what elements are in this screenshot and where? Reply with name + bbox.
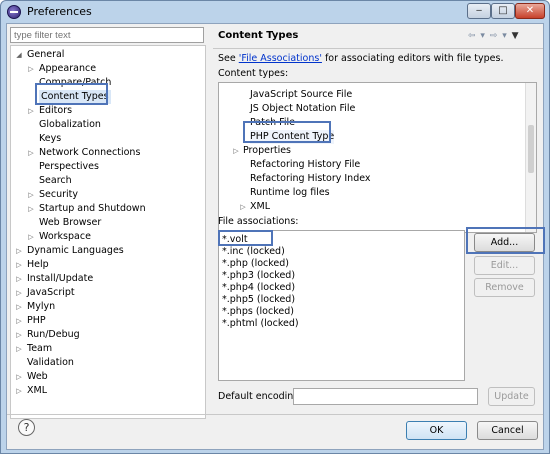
file-associations-label: File associations: [218,216,299,227]
tree-expand-icon[interactable]: ▷ [15,314,23,328]
default-encoding-field[interactable] [293,388,478,405]
file-association-item[interactable]: *.php4 (locked) [222,282,295,294]
content-type-item[interactable]: Refactoring History File [250,158,360,172]
tree-expand-icon[interactable]: ▷ [15,370,23,384]
file-association-item[interactable]: *.php5 (locked) [222,294,295,306]
content-type-item[interactable]: Runtime log files [250,186,330,200]
file-association-item[interactable]: *.phtml (locked) [222,318,299,330]
content-type-item[interactable]: JavaScript Source File [250,88,352,102]
content-types-scrollbar[interactable] [525,83,536,232]
cancel-button[interactable]: Cancel [477,421,538,440]
content-type-item[interactable]: Patch File [250,116,295,130]
tree-item[interactable]: Web Browser [39,216,101,230]
update-button[interactable]: Update [488,387,535,406]
back-arrow-icon[interactable]: ⇦ ▾ [468,31,486,41]
tree-item[interactable]: Dynamic Languages [27,244,124,258]
content-types-page: Content Types ⇦ ▾ ⇨ ▾ ▼ See 'File Associ… [213,24,545,424]
help-icon[interactable]: ? [18,419,35,436]
tree-item[interactable]: Compare/Patch [39,76,111,90]
page-nav: ⇦ ▾ ⇨ ▾ ▼ [468,31,520,41]
content-type-item[interactable]: JS Object Notation File [250,102,355,116]
eclipse-icon [7,5,21,19]
tree-expand-icon[interactable]: ▷ [15,300,23,314]
dialog-body: ◢General▷AppearanceCompare/PatchContent … [6,23,544,450]
tree-expand-icon[interactable]: ▷ [27,188,35,202]
tree-expand-icon[interactable]: ▷ [27,104,35,118]
remove-button[interactable]: Remove [474,278,535,297]
content-type-item[interactable]: Refactoring History Index [250,172,371,186]
tree-expand-icon[interactable]: ▷ [232,144,240,158]
tree-item[interactable]: Web [27,370,48,384]
tree-item[interactable]: Team [27,342,52,356]
tree-collapse-icon[interactable]: ◢ [15,48,23,62]
filter-input[interactable] [10,27,204,43]
tree-expand-icon[interactable]: ▷ [239,200,247,214]
tree-item[interactable]: Mylyn [27,300,55,314]
file-association-item[interactable]: *.phps (locked) [222,306,294,318]
view-menu-icon[interactable]: ▼ [512,31,520,41]
tree-expand-icon[interactable]: ▷ [27,146,35,160]
file-association-item[interactable]: *.volt [222,234,248,246]
tree-expand-icon[interactable]: ▷ [27,62,35,76]
tree-expand-icon[interactable]: ▷ [15,328,23,342]
title-bar[interactable]: Preferences ‒ □ ✕ [1,1,549,23]
file-association-item[interactable]: *.php (locked) [222,258,289,270]
tree-item[interactable]: Workspace [39,230,91,244]
tree-expand-icon[interactable]: ▷ [15,272,23,286]
tree-item[interactable]: Content Types [39,90,111,104]
tree-item[interactable]: Security [39,188,78,202]
tree-item[interactable]: Perspectives [39,160,99,174]
tree-item[interactable]: Help [27,258,49,272]
tree-item[interactable]: Globalization [39,118,101,132]
minimize-button[interactable]: ‒ [467,3,491,19]
tree-item[interactable]: Validation [27,356,74,370]
file-association-item[interactable]: *.php3 (locked) [222,270,295,282]
tree-item[interactable]: Appearance [39,62,96,76]
forward-arrow-icon[interactable]: ⇨ ▾ [490,31,508,41]
preferences-window: Preferences ‒ □ ✕ ◢General▷AppearanceCom… [0,0,550,454]
header-divider [213,48,543,49]
content-types-label: Content types: [218,68,289,79]
page-title: Content Types [218,30,299,41]
tree-item[interactable]: Search [39,174,72,188]
tree-item[interactable]: Install/Update [27,272,93,286]
page-description: See 'File Associations' for associating … [218,53,504,64]
tree-item[interactable]: Keys [39,132,61,146]
scrollbar-thumb[interactable] [528,125,534,173]
tree-item[interactable]: JavaScript [27,286,75,300]
preferences-tree[interactable]: ◢ General ▷ Appearance Compare/Patch Content … [10,45,206,419]
tree-expand-icon[interactable]: ▷ [27,202,35,216]
file-associations-list[interactable]: *.volt *.inc (locked) *.php (locked) *.php3… [218,230,465,381]
tree-expand-icon[interactable]: ▷ [15,244,23,258]
tree-item[interactable]: General [27,48,64,62]
footer-divider [7,414,543,415]
tree-item[interactable]: PHP [27,314,46,328]
tree-expand-icon[interactable]: ▷ [27,230,35,244]
tree-item[interactable]: Run/Debug [27,328,80,342]
file-associations-link[interactable]: 'File Associations' [239,53,322,64]
maximize-button[interactable]: □ [491,3,515,19]
window-title: Preferences [27,5,92,18]
close-button[interactable]: ✕ [515,3,545,19]
tree-item[interactable]: XML [27,384,47,398]
content-type-item[interactable]: PHP Content Type [250,130,335,144]
add-button[interactable]: Add... [474,233,535,252]
file-association-item[interactable]: *.inc (locked) [222,246,285,258]
tree-expand-icon[interactable]: ▷ [15,384,23,398]
tree-item[interactable]: Startup and Shutdown [39,202,146,216]
tree-expand-icon[interactable]: ▷ [15,258,23,272]
content-type-item[interactable]: Properties [243,144,291,158]
ok-button[interactable]: OK [406,421,467,440]
tree-expand-icon[interactable]: ▷ [15,286,23,300]
content-types-list[interactable]: JavaScript Source File JS Object Notation… [218,82,537,233]
tree-item[interactable]: Editors [39,104,72,118]
tree-expand-icon[interactable]: ▷ [15,342,23,356]
default-encoding-label: Default encoding: [218,391,303,402]
tree-item[interactable]: Network Connections [39,146,140,160]
content-type-item[interactable]: XML [250,200,270,214]
edit-button[interactable]: Edit... [474,256,535,275]
